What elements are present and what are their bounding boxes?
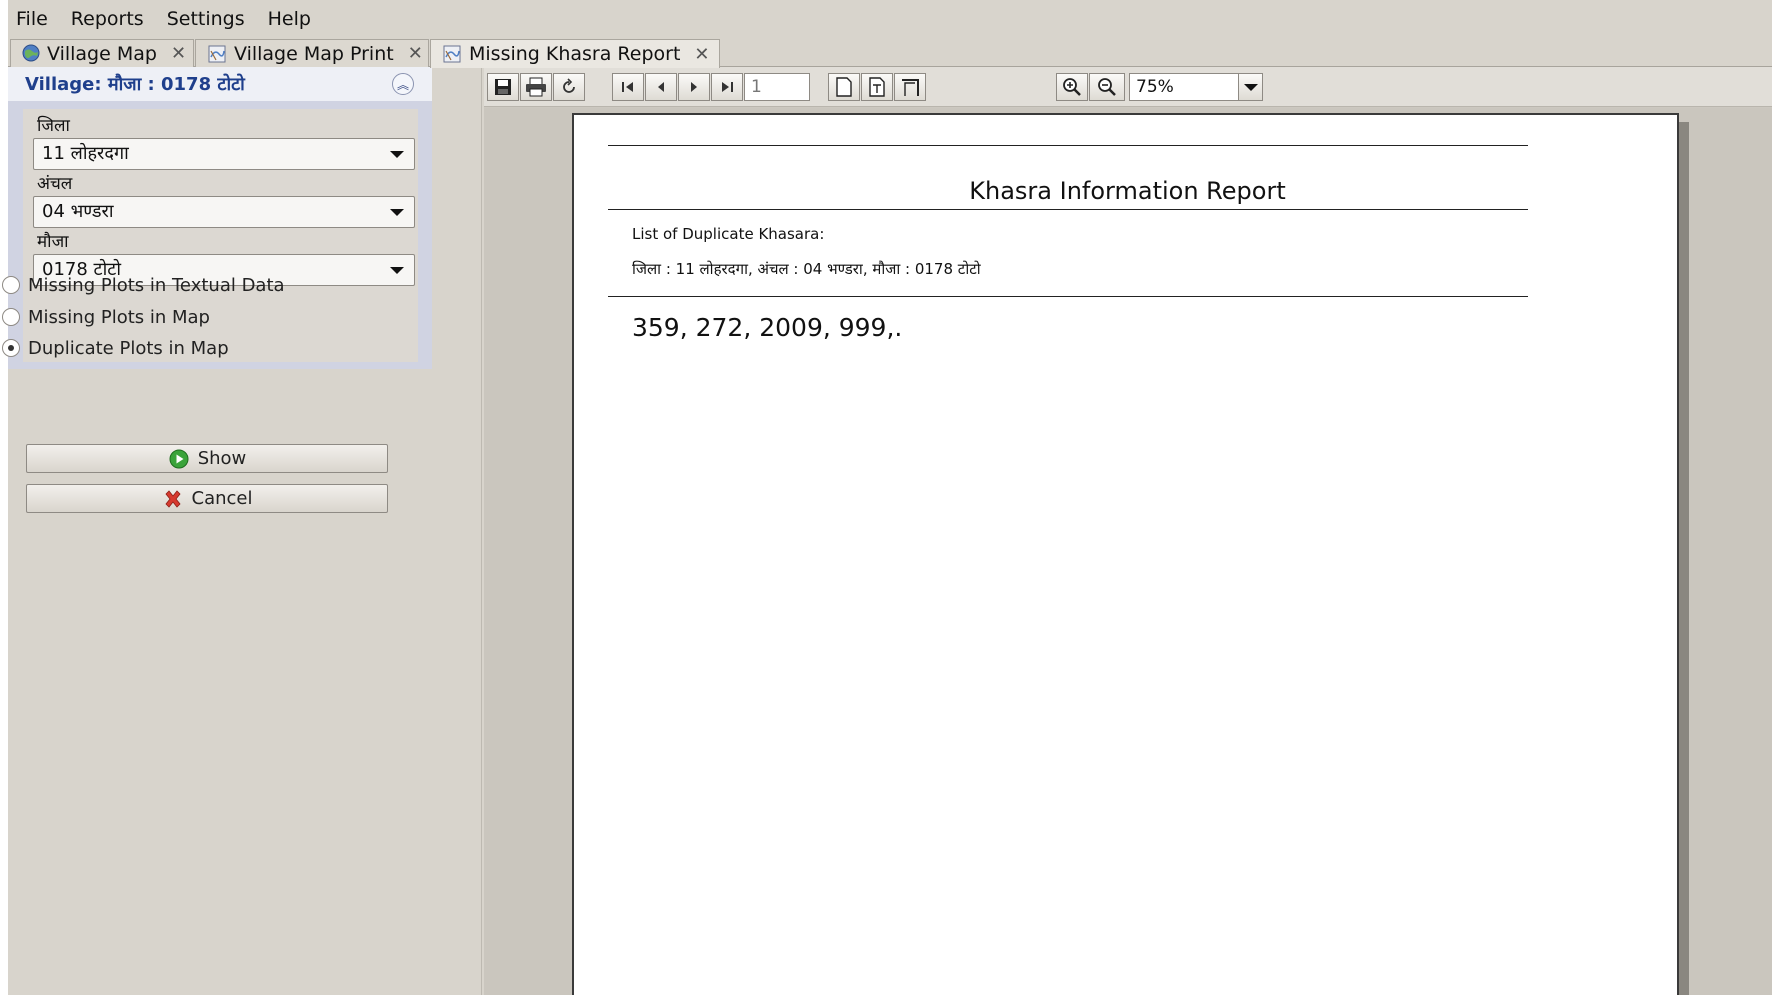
tab-missing-khasra-report[interactable]: Missing Khasra Report ✕ <box>430 39 720 68</box>
report-subtitle: List of Duplicate Khasara: <box>632 225 825 243</box>
map-print-icon <box>441 43 463 65</box>
menu-bar: File Reports Settings Help <box>8 6 1772 32</box>
fit-width-icon <box>902 79 919 96</box>
fit-page-icon <box>869 77 885 97</box>
last-page-button[interactable] <box>711 73 743 101</box>
zoom-in-button[interactable] <box>1056 73 1088 101</box>
close-icon[interactable]: ✕ <box>408 43 423 64</box>
village-label: मौजा <box>37 232 69 252</box>
refresh-icon <box>563 78 575 93</box>
top-rule <box>608 145 1528 146</box>
district-select[interactable]: 11 लोहरदगा <box>33 138 415 170</box>
refresh-button[interactable] <box>553 73 585 101</box>
next-icon <box>691 82 697 92</box>
radio-button[interactable] <box>2 308 20 326</box>
close-icon[interactable]: ✕ <box>694 44 709 65</box>
fit-page-button[interactable] <box>861 73 893 101</box>
zoom-out-button[interactable] <box>1089 73 1125 101</box>
left-panel: Village: मौजा : 0178 टोटो ︽ जिला 11 लोहर… <box>2 67 482 995</box>
chevron-down-icon[interactable] <box>1238 74 1262 100</box>
report-page: Khasra Information Report List of Duplic… <box>572 113 1679 995</box>
district-value: 11 लोहरदगा <box>42 143 129 164</box>
tab-village-map[interactable]: Village Map ✕ <box>10 39 194 67</box>
option-label: Missing Plots in Map <box>28 306 210 328</box>
play-icon <box>168 448 190 470</box>
page-area[interactable]: Khasra Information Report List of Duplic… <box>484 108 1772 995</box>
circle-label: अंचल <box>37 174 73 194</box>
option-duplicate-map[interactable]: Duplicate Plots in Map <box>2 335 229 361</box>
chevron-down-icon[interactable] <box>390 151 404 158</box>
district-label: जिला <box>37 116 70 136</box>
globe-icon <box>21 43 41 65</box>
tab-bar: Village Map ✕ Village Map Print ✕ Missin… <box>8 37 1772 68</box>
page-number-input[interactable]: 1 <box>744 73 810 101</box>
report-title: Khasra Information Report <box>969 177 1286 205</box>
cancel-button[interactable]: Cancel <box>26 484 388 513</box>
option-label: Duplicate Plots in Map <box>28 337 229 359</box>
tab-label: Missing Khasra Report <box>469 43 681 65</box>
radio-button[interactable] <box>2 339 20 357</box>
show-button[interactable]: Show <box>26 444 388 473</box>
previous-icon <box>658 82 664 92</box>
title-rule <box>608 209 1528 210</box>
close-icon[interactable]: ✕ <box>171 43 186 64</box>
actual-size-button[interactable] <box>828 73 860 101</box>
application-window: File Reports Settings Help Village Map ✕… <box>0 0 1772 995</box>
option-missing-textual[interactable]: Missing Plots in Textual Data <box>2 272 285 298</box>
menu-help[interactable]: Help <box>260 8 326 30</box>
page-shadow <box>1679 122 1689 995</box>
next-page-button[interactable] <box>678 73 710 101</box>
show-label: Show <box>197 448 247 469</box>
radio-button[interactable] <box>2 276 20 294</box>
previous-page-button[interactable] <box>645 73 677 101</box>
zoom-value: 75% <box>1136 77 1174 97</box>
duplicate-khasra-list: 359, 272, 2009, 999,. <box>632 313 903 342</box>
first-page-button[interactable] <box>612 73 644 101</box>
page-icon <box>836 77 852 97</box>
village-header: Village: मौजा : 0178 टोटो ︽ <box>8 67 432 101</box>
save-button[interactable] <box>487 73 519 101</box>
tab-village-map-print[interactable]: Village Map Print ✕ <box>195 39 429 67</box>
print-button[interactable] <box>520 73 552 101</box>
report-viewer: 1 75% Khasra Information Report List of … <box>484 67 1772 995</box>
window-edge <box>0 0 8 995</box>
cancel-label: Cancel <box>191 488 253 509</box>
option-label: Missing Plots in Textual Data <box>28 274 285 296</box>
tab-label: Village Map Print <box>234 42 394 65</box>
first-page-icon <box>622 82 633 92</box>
village-title: Village: मौजा : 0178 टोटो <box>25 74 245 95</box>
zoom-out-icon <box>1098 78 1116 96</box>
circle-select[interactable]: 04 भण्डरा <box>33 196 415 228</box>
chevron-down-icon[interactable] <box>390 209 404 216</box>
map-print-icon <box>206 43 228 65</box>
header-rule <box>608 296 1528 297</box>
zoom-in-icon <box>1063 78 1081 96</box>
tab-label: Village Map <box>47 42 157 65</box>
save-icon <box>495 79 511 95</box>
cancel-icon <box>162 488 184 510</box>
option-missing-map[interactable]: Missing Plots in Map <box>2 304 210 330</box>
menu-settings[interactable]: Settings <box>159 8 260 30</box>
collapse-icon[interactable]: ︽ <box>392 73 414 95</box>
zoom-select[interactable]: 75% <box>1129 73 1263 101</box>
circle-value: 04 भण्डरा <box>42 201 114 222</box>
last-page-icon <box>722 82 733 92</box>
fit-width-button[interactable] <box>894 73 926 101</box>
chevron-down-icon[interactable] <box>390 267 404 274</box>
viewer-toolbar: 1 75% <box>484 67 1772 107</box>
report-location: जिला : 11 लोहरदगा, अंचल : 04 भण्डरा, मौज… <box>632 260 981 278</box>
menu-file[interactable]: File <box>8 8 63 30</box>
print-icon <box>526 77 546 97</box>
menu-reports[interactable]: Reports <box>63 8 159 30</box>
